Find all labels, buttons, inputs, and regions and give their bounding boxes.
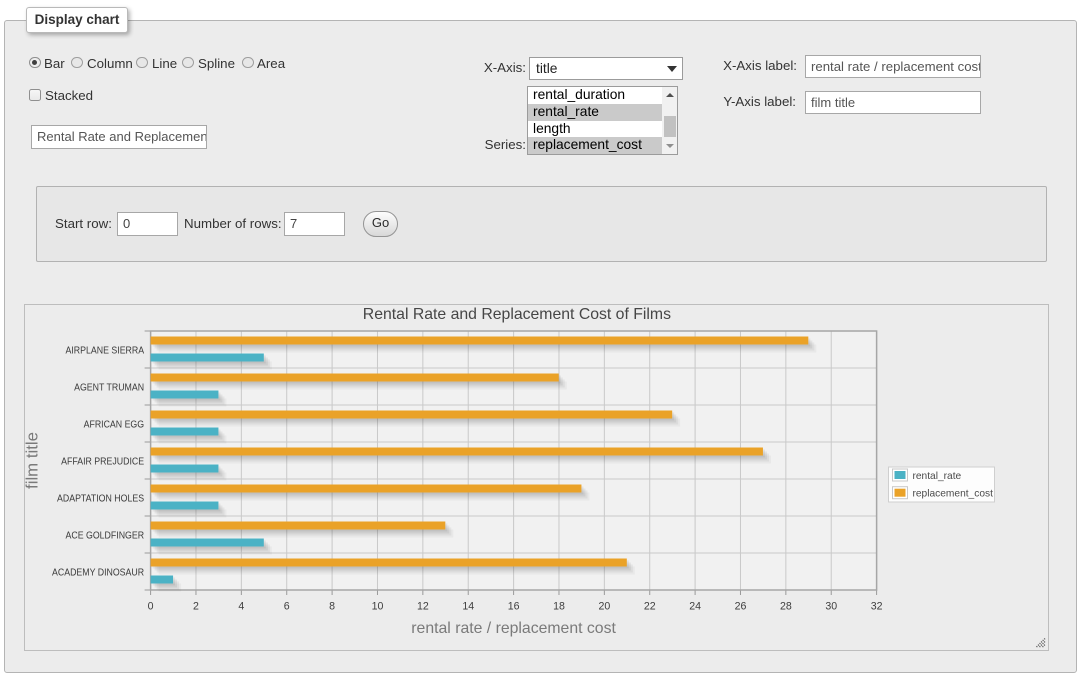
svg-text:film title: film title: [25, 432, 42, 489]
svg-text:Rental Rate and Replacement Co: Rental Rate and Replacement Cost of Film…: [363, 306, 671, 323]
svg-text:10: 10: [372, 601, 384, 613]
svg-text:rental_rate: rental_rate: [913, 471, 962, 482]
svg-text:ACADEMY DINOSAUR: ACADEMY DINOSAUR: [52, 567, 145, 578]
svg-text:0: 0: [148, 601, 154, 613]
svg-text:32: 32: [871, 601, 883, 613]
svg-text:4: 4: [238, 601, 244, 613]
svg-text:30: 30: [825, 601, 837, 613]
svg-text:AFRICAN EGG: AFRICAN EGG: [84, 419, 145, 430]
svg-text:20: 20: [598, 601, 610, 613]
svg-text:22: 22: [644, 601, 656, 613]
svg-text:replacement_cost: replacement_cost: [913, 489, 994, 500]
svg-text:16: 16: [508, 601, 520, 613]
svg-text:6: 6: [284, 601, 290, 613]
svg-text:18: 18: [553, 601, 565, 613]
svg-text:14: 14: [462, 601, 474, 613]
svg-text:AFFAIR PREJUDICE: AFFAIR PREJUDICE: [61, 456, 144, 467]
svg-text:rental rate / replacement cost: rental rate / replacement cost: [411, 620, 616, 637]
svg-text:8: 8: [329, 601, 335, 613]
svg-text:ACE GOLDFINGER: ACE GOLDFINGER: [66, 530, 145, 541]
svg-text:AIRPLANE SIERRA: AIRPLANE SIERRA: [66, 345, 145, 356]
svg-text:24: 24: [689, 601, 701, 613]
svg-text:12: 12: [417, 601, 429, 613]
svg-text:ADAPTATION HOLES: ADAPTATION HOLES: [57, 493, 144, 504]
svg-text:2: 2: [193, 601, 199, 613]
svg-text:AGENT TRUMAN: AGENT TRUMAN: [74, 382, 144, 393]
svg-text:26: 26: [735, 601, 747, 613]
svg-text:28: 28: [780, 601, 792, 613]
